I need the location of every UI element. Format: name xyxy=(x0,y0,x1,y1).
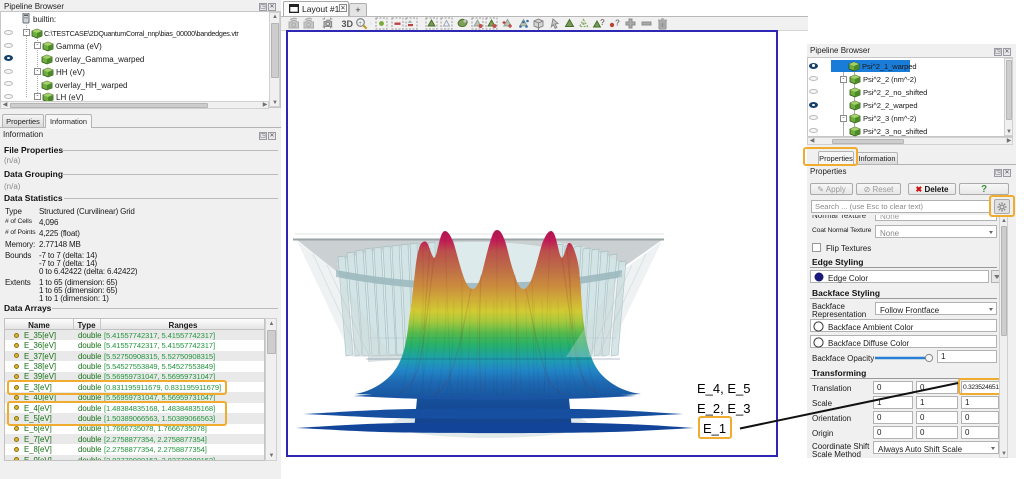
svg-text:?: ? xyxy=(600,18,605,27)
svg-text:+: + xyxy=(358,21,362,27)
svg-text:3D: 3D xyxy=(342,19,354,29)
svg-text:?: ? xyxy=(615,19,620,28)
